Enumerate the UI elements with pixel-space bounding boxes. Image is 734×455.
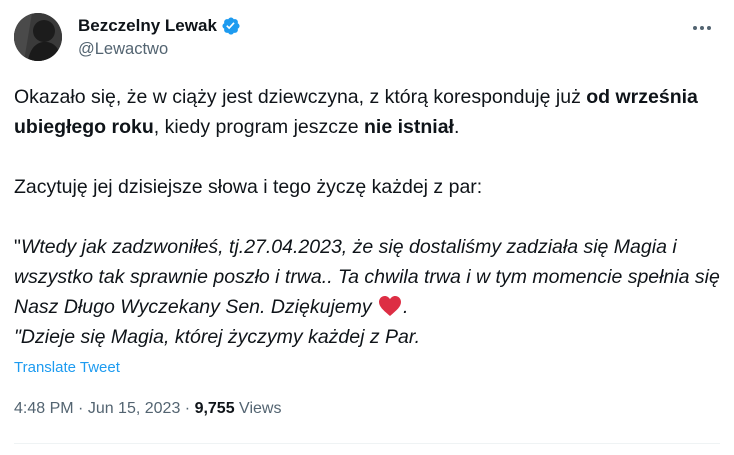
tweet-text: Okazało się, że w ciąży jest dziewczyna,… [14, 82, 720, 352]
quote-text-2: "Dzieje się Magia, której życzymy każdej… [14, 326, 421, 348]
quote-text-end: . [403, 296, 409, 318]
tweet-time[interactable]: 4:48 PM [14, 400, 74, 417]
author-display-name[interactable]: Bezczelny Lewak [78, 16, 217, 36]
more-horizontal-icon [692, 18, 712, 36]
tweet-meta: 4:48 PM · Jun 15, 2023 · 9,755 Views [14, 400, 281, 418]
author-names: Bezczelny Lewak @Lewactwo [78, 15, 241, 59]
profile-avatar-image [14, 13, 62, 61]
views-label: Views [234, 400, 282, 417]
quote-mark: " [14, 236, 21, 258]
tweet-date[interactable]: Jun 15, 2023 [88, 400, 181, 417]
views-count: 9,755 [194, 400, 235, 417]
bold-segment: nie istniał [364, 116, 454, 138]
text-segment: , kiedy program jeszcze [153, 116, 365, 138]
avatar[interactable] [14, 13, 62, 61]
red-heart-icon [378, 295, 402, 317]
verified-badge-icon [221, 16, 241, 36]
paragraph-2: Zacytuję jej dzisiejsze słowa i tego życ… [14, 176, 483, 198]
more-options-button[interactable] [688, 17, 716, 37]
text-segment: . [453, 116, 460, 138]
text-segment: Okazało się, że w ciąży jest dziewczyna,… [14, 86, 587, 108]
separator: · [73, 400, 88, 417]
tweet-header: Bezczelny Lewak @Lewactwo [14, 13, 720, 63]
translate-tweet-link[interactable]: Translate Tweet [14, 359, 120, 376]
author-handle[interactable]: @Lewactwo [78, 40, 241, 59]
quote-text: Wtedy jak zadzwoniłeś, tj.27.04.2023, że… [14, 236, 720, 318]
separator: · [180, 400, 195, 417]
tweet-card: Bezczelny Lewak @Lewactwo Okazało się, ż… [0, 0, 734, 455]
name-row: Bezczelny Lewak [78, 15, 241, 37]
quote-paragraph: "Wtedy jak zadzwoniłeś, tj.27.04.2023, ż… [14, 232, 720, 352]
divider [14, 443, 720, 444]
paragraph-1: Okazało się, że w ciąży jest dziewczyna,… [14, 82, 720, 142]
